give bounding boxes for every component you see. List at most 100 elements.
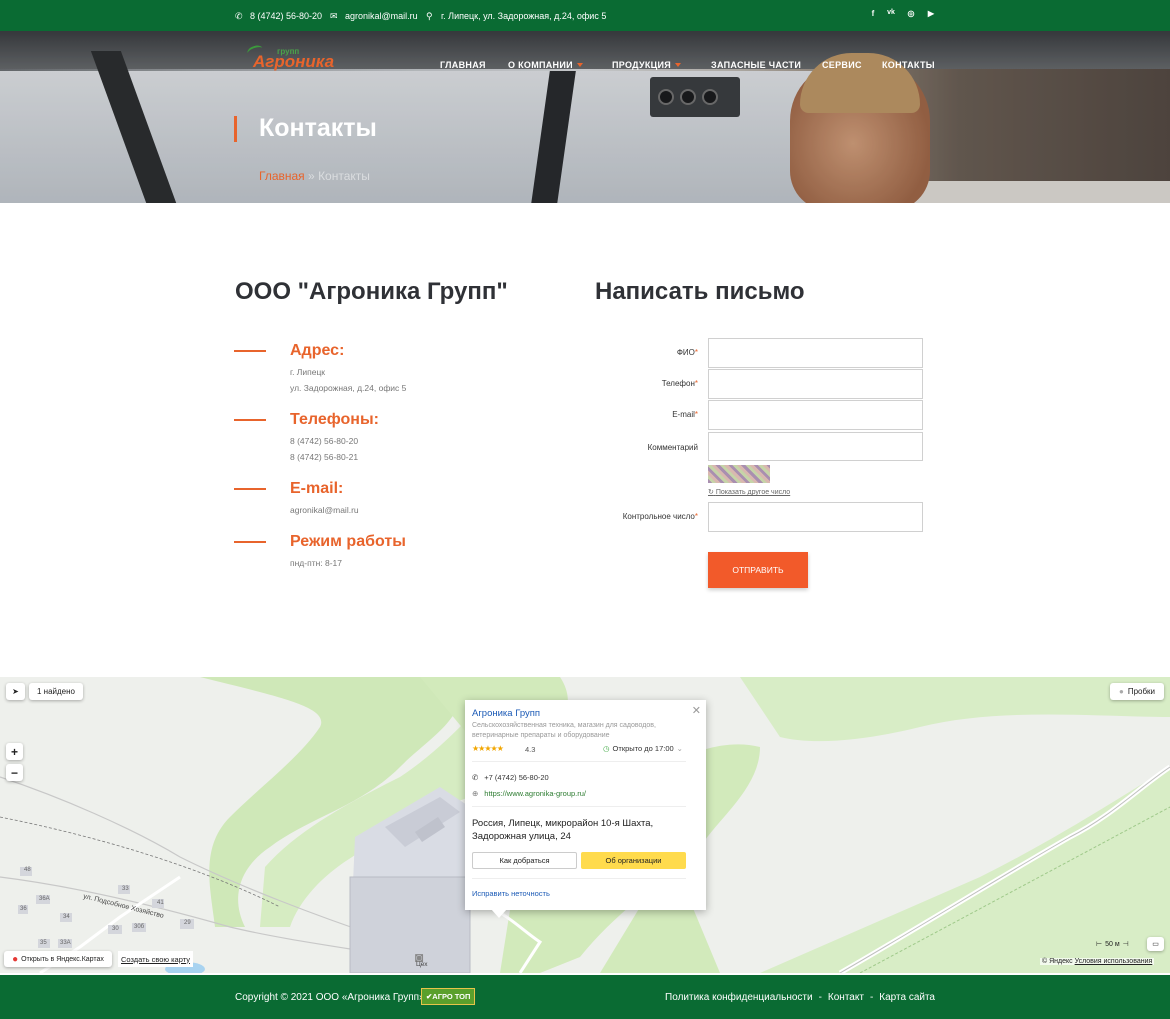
map-scale: ⊢ 50 м ⊣ xyxy=(1096,940,1129,949)
house-number: 30б xyxy=(134,924,145,930)
clock-icon: ◷ xyxy=(603,744,610,753)
nav-about-label: О КОМПАНИИ xyxy=(508,60,573,70)
refresh-icon: ↻ xyxy=(708,489,714,496)
footer-link-privacy[interactable]: Политика конфиденциальности xyxy=(665,992,813,1003)
captcha-refresh-link[interactable]: ↻ Показать другое число xyxy=(708,488,790,496)
phone-icon: ✆ xyxy=(472,773,479,782)
agro-top-badge[interactable]: ✔ АГРО ТОП xyxy=(421,988,476,1005)
captcha-refresh-text: Показать другое число xyxy=(715,489,791,496)
facebook-icon[interactable]: f xyxy=(867,9,879,18)
house-number: 33 xyxy=(122,886,129,892)
topbar-email[interactable]: ✉ agronikal@mail.ru xyxy=(330,11,418,21)
hours-text: пнд-птн: 8-17 xyxy=(290,558,343,568)
nav-contacts[interactable]: КОНТАКТЫ xyxy=(882,60,935,70)
fio-input[interactable] xyxy=(708,338,923,368)
house-number: 30 xyxy=(112,926,119,932)
report-error-link[interactable]: Исправить неточность xyxy=(472,889,550,898)
org-address: Россия, Липецк, микрорайон 10-я Шахта, З… xyxy=(472,818,654,842)
navigation-arrow-icon: ➤ xyxy=(12,687,19,696)
house-number: 29 xyxy=(184,920,191,926)
email-input[interactable] xyxy=(708,400,923,430)
comment-textarea[interactable] xyxy=(708,432,923,461)
terms-link[interactable]: Условия использования xyxy=(1075,958,1153,965)
nav-products[interactable]: ПРОДУКЦИЯ xyxy=(612,60,682,70)
vk-icon[interactable]: vk xyxy=(885,9,897,16)
footer-link-contact[interactable]: Контакт xyxy=(828,992,864,1003)
phone-line[interactable]: 8 (4742) 56-80-20 xyxy=(290,433,358,449)
control-number-input[interactable] xyxy=(708,502,923,532)
nav-about[interactable]: О КОМПАНИИ xyxy=(508,60,583,70)
close-icon[interactable]: ✕ xyxy=(692,704,701,717)
footer-links: Политика конфиденциальности - Контакт - … xyxy=(665,992,935,1003)
phone-line[interactable]: 8 (4742) 56-80-21 xyxy=(290,449,358,465)
breadcrumb-separator: » xyxy=(308,169,315,183)
address-text: г. Липецк ул. Задорожная, д.24, офис 5 xyxy=(290,364,406,396)
org-name[interactable]: Агроника Групп xyxy=(472,708,540,719)
hero-banner xyxy=(0,31,1170,203)
zoom-in-button[interactable]: + xyxy=(6,743,23,760)
topbar-phone[interactable]: ✆ 8 (4742) 56-80-20 xyxy=(235,11,322,21)
instagram-icon[interactable]: ◎ xyxy=(905,9,917,18)
found-count-button[interactable]: 1 найдено xyxy=(29,683,83,700)
footer-copyright: Copyright © 2021 ООО «Агроника Групп» xyxy=(235,992,425,1003)
topbar-email-text: agronikal@mail.ru xyxy=(345,11,418,21)
address-title: Адрес: xyxy=(290,342,345,359)
youtube-icon[interactable]: ▶ xyxy=(925,9,937,18)
submit-button[interactable]: ОТПРАВИТЬ xyxy=(708,552,808,588)
phones-title: Телефоны: xyxy=(290,411,379,428)
map-copyright: © Яндекс Условия использования xyxy=(1040,958,1155,965)
breadcrumb: Главная » Контакты xyxy=(259,169,370,183)
divider xyxy=(234,488,266,490)
divider xyxy=(234,541,266,543)
nav-service[interactable]: СЕРВИС xyxy=(822,60,862,70)
geolocation-button[interactable]: ➤ xyxy=(6,683,25,700)
org-site[interactable]: ⊕ https://www.agronika-group.ru/ xyxy=(472,789,586,798)
caret-down-icon xyxy=(675,63,682,67)
open-in-yandex-label: Открыть в Яндекс.Картах xyxy=(21,955,104,963)
organization-popup: ✕ Агроника Групп Сельскохозяйственная те… xyxy=(465,700,706,918)
map-marker-icon: ● xyxy=(12,953,19,965)
divider xyxy=(472,806,686,807)
scale-bar-icon: ⊢ xyxy=(1096,941,1103,948)
traffic-button[interactable]: ● Пробки xyxy=(1110,683,1164,700)
zoom-out-button[interactable]: − xyxy=(6,764,23,781)
site-logo[interactable]: групп Агроника xyxy=(245,43,334,72)
phone-label: Телефон* xyxy=(661,379,698,388)
opening-hours[interactable]: ◷ Открыто до 17:00 ⌄ xyxy=(603,744,683,753)
org-rating: 4.3 xyxy=(525,745,536,754)
workshop-label: Цех xyxy=(416,961,428,968)
top-bar: ✆ 8 (4742) 56-80-20 ✉ agronikal@mail.ru … xyxy=(0,0,1170,31)
scale-value: 50 м xyxy=(1105,940,1120,948)
org-site-link: https://www.agronika-group.ru/ xyxy=(484,789,587,798)
divider xyxy=(234,419,266,421)
email-text[interactable]: agronikal@mail.ru xyxy=(290,502,359,518)
company-name: ООО "Агроника Групп" xyxy=(235,278,508,305)
nav-spare-parts[interactable]: ЗАПАСНЫЕ ЧАСТИ xyxy=(711,60,801,70)
breadcrumb-home[interactable]: Главная xyxy=(259,169,305,183)
phone-icon: ✆ xyxy=(235,10,243,21)
footer-link-sitemap[interactable]: Карта сайта xyxy=(879,992,935,1003)
footer: Copyright © 2021 ООО «Агроника Групп» ✔ … xyxy=(0,975,1170,1019)
divider xyxy=(472,878,686,879)
ruler-icon[interactable]: ▭ xyxy=(1147,937,1164,951)
breadcrumb-current: Контакты xyxy=(318,169,370,183)
rating-stars-icon: ★★★★★ xyxy=(472,744,504,753)
divider xyxy=(472,761,686,762)
create-map-link[interactable]: Создать свою карту xyxy=(118,951,194,967)
nav-home[interactable]: ГЛАВНАЯ xyxy=(440,60,486,70)
email-label: E-mail* xyxy=(672,410,698,419)
house-number: 34 xyxy=(63,914,70,920)
scale-bar-icon: ⊣ xyxy=(1122,941,1129,948)
open-in-yandex-button[interactable]: ● Открыть в Яндекс.Картах xyxy=(4,951,112,967)
divider xyxy=(234,350,266,352)
house-number: 33А xyxy=(60,940,71,946)
hours-title: Режим работы xyxy=(290,533,406,550)
org-phone[interactable]: ✆ +7 (4742) 56-80-20 xyxy=(472,773,549,782)
about-org-button[interactable]: Об организации xyxy=(581,852,686,869)
house-number: 35 xyxy=(40,940,47,946)
topbar-phone-text: 8 (4742) 56-80-20 xyxy=(250,11,323,21)
phone-input[interactable] xyxy=(708,369,923,399)
house-number: 36А xyxy=(39,896,50,902)
envelope-icon: ✉ xyxy=(330,10,338,21)
route-button[interactable]: Как добраться xyxy=(472,852,577,869)
